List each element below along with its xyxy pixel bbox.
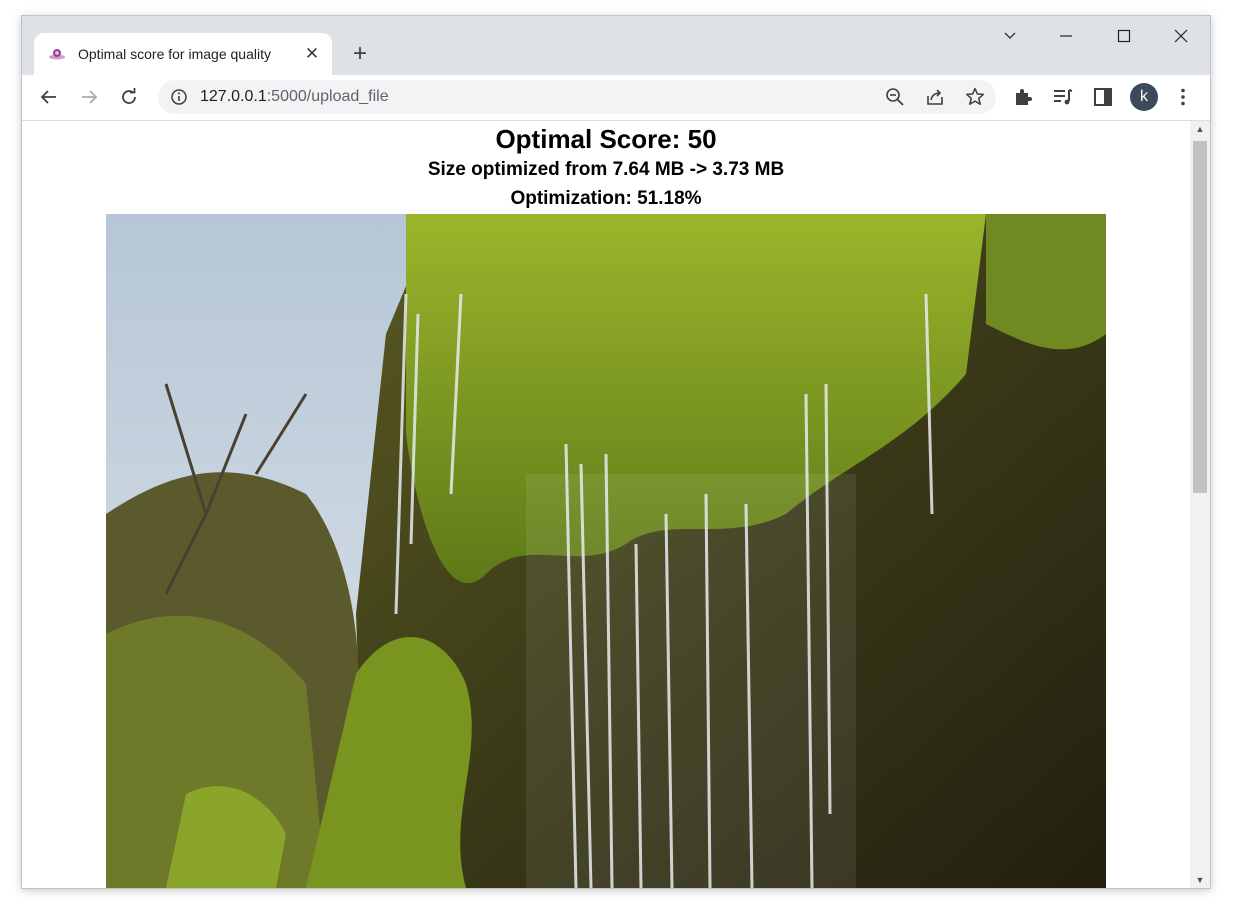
zoom-out-icon[interactable] [883, 85, 907, 109]
url-text[interactable]: 127.0.0.1:5000/upload_file [200, 88, 389, 106]
extensions-icon[interactable] [1012, 86, 1034, 108]
scroll-up-icon[interactable]: ▲ [1190, 121, 1210, 137]
close-icon [1174, 29, 1188, 43]
optimized-image [106, 214, 1106, 888]
forward-button[interactable] [74, 82, 104, 112]
optimal-score-heading: Optimal Score: 50 [495, 124, 717, 154]
favicon-icon [49, 49, 65, 60]
profile-avatar[interactable]: k [1130, 83, 1158, 111]
tab-close-icon[interactable]: ✕ [302, 44, 322, 64]
close-window-button[interactable] [1161, 22, 1201, 50]
reload-icon [122, 88, 136, 104]
tab-search-button[interactable] [990, 22, 1030, 50]
minimize-button[interactable] [1046, 22, 1086, 50]
arrow-right-icon [82, 90, 98, 104]
vertical-scrollbar[interactable]: ▲ ▼ [1190, 121, 1210, 888]
info-icon[interactable] [170, 88, 188, 106]
media-control-icon[interactable] [1052, 86, 1074, 108]
arrow-left-icon [40, 90, 56, 104]
browser-window: Optimal score for image quality ✕ + 127.… [22, 16, 1210, 888]
tab-title: Optimal score for image quality [78, 46, 271, 62]
back-button[interactable] [34, 82, 64, 112]
maximize-icon [1117, 29, 1131, 43]
tab-strip: Optimal score for image quality ✕ + [22, 16, 1210, 75]
scroll-down-icon[interactable]: ▼ [1190, 872, 1210, 888]
toolbar: 127.0.0.1:5000/upload_file k [22, 75, 1210, 121]
size-optimized-text: Size optimized from 7.64 MB -> 3.73 MB [427, 159, 785, 180]
chevron-down-icon [1004, 32, 1016, 40]
more-menu-icon[interactable] [1172, 86, 1194, 108]
share-icon[interactable] [923, 85, 947, 109]
address-bar[interactable]: 127.0.0.1:5000/upload_file [158, 80, 996, 114]
star-icon[interactable] [963, 85, 987, 109]
minimize-icon [1060, 35, 1072, 37]
tab-active[interactable]: Optimal score for image quality ✕ [34, 33, 332, 75]
maximize-button[interactable] [1104, 22, 1144, 50]
reload-button[interactable] [114, 82, 144, 112]
optimization-percent-text: Optimization: 51.18% [510, 188, 702, 209]
page-content: Optimal Score: 50 Size optimized from 7.… [22, 121, 1190, 888]
new-tab-button[interactable]: + [346, 40, 374, 68]
scrollbar-thumb[interactable] [1193, 141, 1207, 493]
side-panel-icon[interactable] [1092, 86, 1114, 108]
